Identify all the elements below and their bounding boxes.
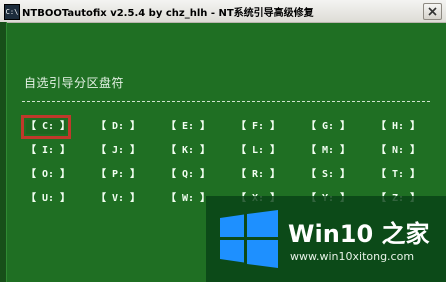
watermark-overlay: Win10 之家 www.win10xitong.com xyxy=(206,196,446,282)
drive-button-e[interactable]: 【 E: 】 xyxy=(166,120,210,134)
drive-button-l[interactable]: 【 L: 】 xyxy=(236,144,280,158)
drive-button-t[interactable]: 【 T: 】 xyxy=(376,168,420,182)
drive-button-f[interactable]: 【 F: 】 xyxy=(236,120,280,134)
drive-button-j[interactable]: 【 J: 】 xyxy=(96,144,140,158)
windows-logo-icon xyxy=(220,210,278,268)
watermark-title: Win10 之家 xyxy=(288,220,430,248)
app-icon: C:\ xyxy=(4,4,20,20)
console-left-edge xyxy=(0,22,7,282)
drive-button-o[interactable]: 【 O: 】 xyxy=(26,168,70,182)
drive-button-u[interactable]: 【 U: 】 xyxy=(26,192,70,206)
title-bar[interactable]: C:\ NTBOOTautofix v2.5.4 by chz_hlh - NT… xyxy=(0,0,446,23)
drive-button-c[interactable]: 【 C: 】 xyxy=(21,115,71,139)
prompt-label: 自选引导分区盘符 xyxy=(24,76,125,90)
window-title: NTBOOTautofix v2.5.4 by chz_hlh - NT系统引导… xyxy=(22,8,314,19)
drive-button-s[interactable]: 【 S: 】 xyxy=(306,168,350,182)
drive-button-r[interactable]: 【 R: 】 xyxy=(236,168,280,182)
drive-button-m[interactable]: 【 M: 】 xyxy=(306,144,350,158)
drive-button-d[interactable]: 【 D: 】 xyxy=(96,120,140,134)
watermark-url: www.win10xitong.com xyxy=(290,250,415,263)
dashed-divider xyxy=(22,101,430,102)
close-icon xyxy=(428,7,437,16)
drive-button-i[interactable]: 【 I: 】 xyxy=(26,144,70,158)
drive-button-h[interactable]: 【 H: 】 xyxy=(376,120,420,134)
drive-button-k[interactable]: 【 K: 】 xyxy=(166,144,210,158)
drive-button-w[interactable]: 【 W: 】 xyxy=(166,192,210,206)
drive-button-q[interactable]: 【 Q: 】 xyxy=(166,168,210,182)
drive-button-g[interactable]: 【 G: 】 xyxy=(306,120,350,134)
app-window: C:\ NTBOOTautofix v2.5.4 by chz_hlh - NT… xyxy=(0,0,446,282)
close-button[interactable] xyxy=(423,3,442,20)
drive-button-n[interactable]: 【 N: 】 xyxy=(376,144,420,158)
drive-button-p[interactable]: 【 P: 】 xyxy=(96,168,140,182)
drive-button-v[interactable]: 【 V: 】 xyxy=(96,192,140,206)
